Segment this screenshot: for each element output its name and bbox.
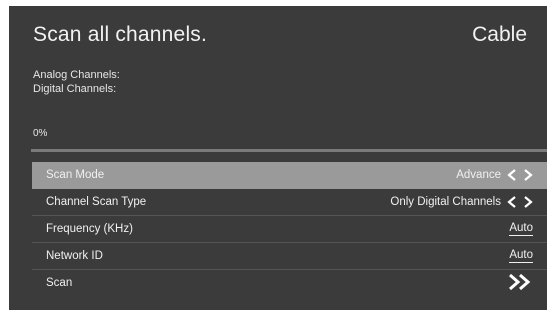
analog-channels-label: Analog Channels:	[33, 69, 120, 81]
scan-progress-bar	[31, 149, 547, 152]
scan-mode-value-group: Advance	[456, 169, 533, 181]
channel-scan-type-value-group: Only Digital Channels	[390, 196, 533, 208]
left-right-arrows-icon[interactable]	[507, 169, 533, 181]
scan-screen: Scan all channels. Cable Analog Channels…	[9, 6, 547, 310]
network-id-value[interactable]: Auto	[509, 249, 533, 263]
frequency-value[interactable]: Auto	[509, 222, 533, 236]
digital-channels-label: Digital Channels:	[33, 83, 117, 95]
left-right-arrows-icon[interactable]	[507, 196, 533, 208]
channel-scan-type-value: Only Digital Channels	[390, 196, 501, 208]
network-id-label: Network ID	[46, 250, 103, 262]
scan-settings-menu: Scan Mode Advance Channel Scan Type Only…	[32, 162, 547, 296]
menu-item-scan-mode[interactable]: Scan Mode Advance	[32, 162, 547, 189]
scan-label: Scan	[46, 277, 73, 289]
page-title: Scan all channels.	[33, 23, 208, 46]
menu-item-channel-scan-type[interactable]: Channel Scan Type Only Digital Channels	[32, 189, 547, 216]
frequency-value-group: Auto	[509, 222, 533, 236]
double-chevron-right-icon[interactable]	[507, 273, 533, 294]
network-id-value-group: Auto	[509, 249, 533, 263]
signal-source: Cable	[472, 23, 527, 46]
menu-item-network-id[interactable]: Network ID Auto	[32, 243, 547, 270]
scan-mode-value: Advance	[456, 169, 501, 181]
menu-item-scan[interactable]: Scan	[32, 270, 547, 296]
menu-item-frequency[interactable]: Frequency (KHz) Auto	[32, 216, 547, 243]
scan-mode-label: Scan Mode	[46, 169, 105, 181]
scan-progress-text: 0%	[33, 128, 48, 139]
channel-scan-type-label: Channel Scan Type	[46, 196, 147, 208]
frequency-label: Frequency (KHz)	[46, 223, 133, 235]
scan-action	[507, 273, 533, 294]
